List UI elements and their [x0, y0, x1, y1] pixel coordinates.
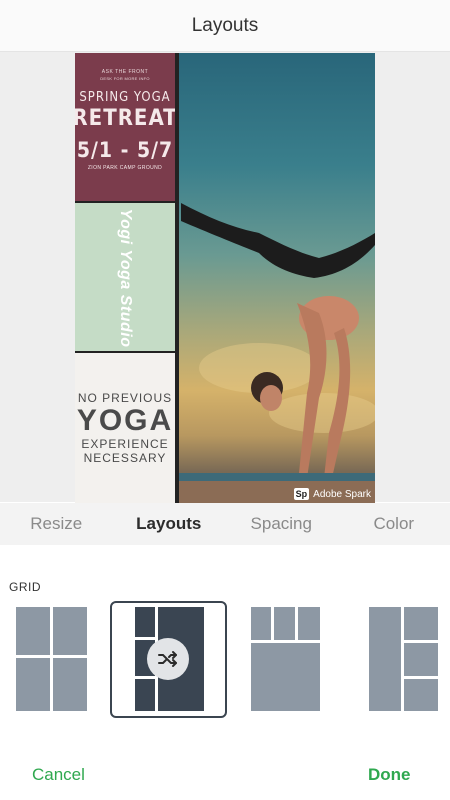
poster-panel-middle[interactable]: Yogi Yoga Studio	[75, 203, 175, 353]
poster-bottom-line-3: EXPERIENCE	[81, 437, 169, 451]
layout-cell	[298, 607, 320, 640]
poster-preview[interactable]: ASK THE FRONT DESK FOR MORE INFO SPRING …	[75, 53, 375, 503]
tab-spacing[interactable]: Spacing	[225, 514, 338, 534]
yoga-figure-icon	[181, 203, 375, 478]
layout-cell	[53, 658, 87, 711]
poster-headline: SPRING YOGA	[79, 90, 171, 105]
layout-cell	[135, 679, 155, 711]
done-button[interactable]: Done	[368, 765, 411, 785]
adobe-spark-watermark: Sp Adobe Spark	[293, 488, 371, 500]
layout-cell	[404, 643, 438, 676]
poster-panel-top[interactable]: ASK THE FRONT DESK FOR MORE INFO SPRING …	[75, 53, 178, 203]
poster-photo[interactable]: Sp Adobe Spark	[179, 53, 375, 503]
layout-cell	[16, 658, 50, 711]
shuffle-icon	[158, 651, 177, 667]
layout-cell	[251, 607, 271, 640]
poster-dates: 5/1 - 5/7	[76, 138, 174, 162]
poster-small-text-2: DESK FOR MORE INFO	[100, 76, 150, 81]
tab-resize[interactable]: Resize	[0, 514, 113, 534]
layout-cell	[404, 679, 438, 711]
layout-cell	[404, 607, 438, 640]
brand-name: Adobe Spark	[313, 488, 371, 500]
layout-cell	[369, 607, 401, 711]
layout-cell	[53, 607, 87, 655]
poster-bottom-line-2: YOGA	[76, 404, 174, 437]
layout-cell	[16, 607, 50, 655]
poster-headline-2: RETREAT	[75, 106, 178, 131]
shuffle-button[interactable]	[147, 638, 189, 680]
bottom-tab-bar: Resize Layouts Spacing Color	[0, 503, 450, 545]
tab-color[interactable]: Color	[338, 514, 450, 534]
poster-small-text: ASK THE FRONT	[101, 69, 149, 75]
spark-badge-icon: Sp	[293, 488, 310, 500]
layout-cell	[274, 607, 295, 640]
poster-bottom-line-1: NO PREVIOUS	[77, 391, 173, 405]
cancel-button[interactable]: Cancel	[32, 765, 85, 785]
poster-bottom-line-4: NECESSARY	[83, 451, 167, 465]
layout-cell	[251, 643, 320, 711]
poster-studio-name: Yogi Yoga Studio	[117, 208, 134, 348]
page-title: Layouts	[0, 0, 450, 52]
layout-cell	[135, 607, 155, 637]
poster-location: ZION PARK CAMP GROUND	[87, 165, 163, 171]
section-label-grid: GRID	[9, 580, 41, 594]
sea-band	[179, 473, 375, 481]
poster-panel-bottom[interactable]: NO PREVIOUS YOGA EXPERIENCE NECESSARY	[75, 353, 175, 503]
tab-layouts[interactable]: Layouts	[113, 514, 226, 534]
